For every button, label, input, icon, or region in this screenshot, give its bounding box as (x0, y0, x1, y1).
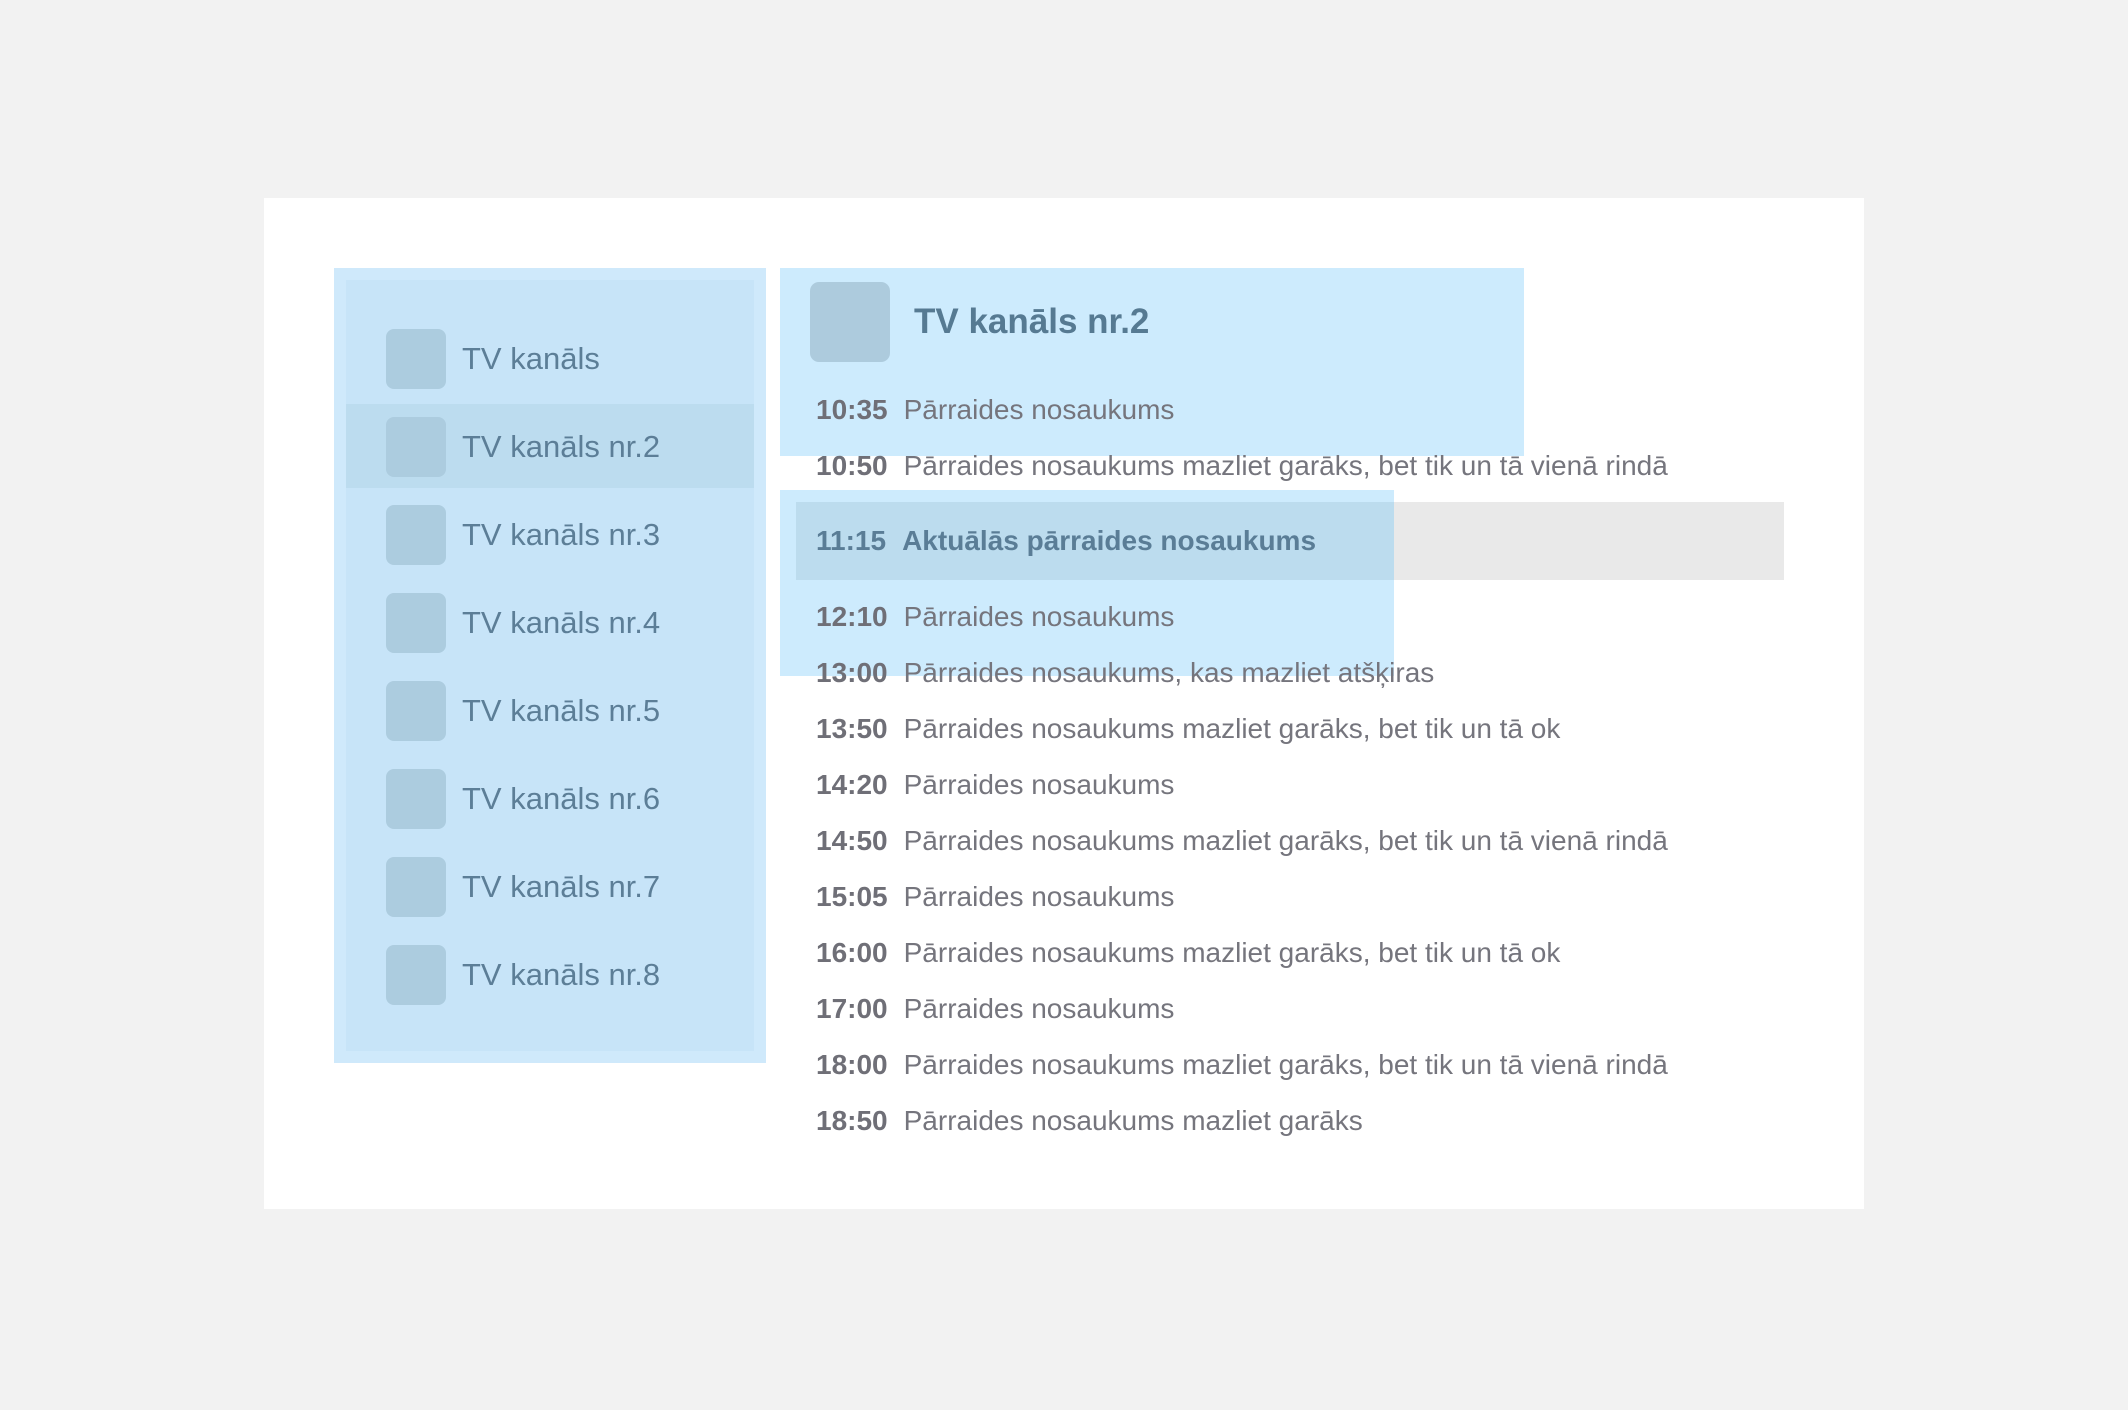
channel-logo-icon (810, 282, 890, 362)
program-time: 18:50 (816, 1105, 888, 1136)
channel-logo-icon (386, 593, 446, 653)
channel-logo-icon (386, 417, 446, 477)
program-title: Pārraides nosaukums (903, 769, 1175, 800)
channel-logo-icon (386, 857, 446, 917)
program-title: Pārraides nosaukums, kas mazliet atšķira… (903, 657, 1435, 688)
program-title: Pārraides nosaukums mazliet garāks, bet … (903, 937, 1561, 968)
channel-item-8[interactable]: TV kanāls nr.8 (346, 932, 754, 1016)
channel-label: TV kanāls nr.5 (462, 693, 661, 728)
program-time: 10:35 (816, 394, 888, 425)
program-title: Pārraides nosaukums mazliet garāks, bet … (903, 1049, 1668, 1080)
channel-sidebar: TV kanāls TV kanāls nr.2 TV kanāls nr.3 … (334, 268, 766, 1063)
program-time: 10:50 (816, 450, 888, 481)
channel-label: TV kanāls nr.6 (462, 781, 661, 816)
schedule-row[interactable]: 18:50 Pārraides nosaukums mazliet garāks (816, 1093, 1363, 1149)
program-title: Pārraides nosaukums (903, 881, 1175, 912)
schedule-row[interactable]: 15:05 Pārraides nosaukums (816, 869, 1174, 925)
channel-label: TV kanāls nr.4 (462, 605, 661, 640)
schedule-row[interactable]: 10:35 Pārraides nosaukums (816, 382, 1174, 438)
channel-title: TV kanāls nr.2 (914, 302, 1150, 341)
schedule-row[interactable]: 10:50 Pārraides nosaukums mazliet garāks,… (816, 438, 1668, 494)
channel-item-5[interactable]: TV kanāls nr.5 (346, 668, 754, 752)
schedule-row[interactable]: 13:00 Pārraides nosaukums, kas mazliet at… (816, 645, 1434, 701)
schedule-row[interactable]: 12:10 Pārraides nosaukums (816, 589, 1174, 645)
program-time: 11:15 (816, 525, 887, 556)
program-title: Pārraides nosaukums mazliet garāks, bet … (903, 713, 1561, 744)
schedule-row[interactable]: 14:20 Pārraides nosaukums (816, 757, 1174, 813)
program-title: Pārraides nosaukums mazliet garāks, bet … (903, 825, 1668, 856)
channel-label: TV kanāls nr.8 (462, 957, 661, 992)
program-time: 14:20 (816, 769, 888, 800)
channel-logo-icon (386, 681, 446, 741)
schedule-row[interactable]: 18:00 Pārraides nosaukums mazliet garāks,… (816, 1037, 1668, 1093)
program-time: 18:00 (816, 1049, 888, 1080)
channel-logo-icon (386, 945, 446, 1005)
schedule-row[interactable]: 16:00 Pārraides nosaukums mazliet garāks,… (816, 925, 1560, 981)
channel-item-2[interactable]: TV kanāls nr.2 (346, 404, 754, 488)
channel-label: TV kanāls nr.7 (462, 869, 661, 904)
schedule-row[interactable]: 13:50 Pārraides nosaukums mazliet garāks,… (816, 701, 1560, 757)
program-title: Pārraides nosaukums mazliet garāks (903, 1105, 1363, 1136)
program-time: 12:10 (816, 601, 888, 632)
channel-item-3[interactable]: TV kanāls nr.3 (346, 492, 754, 576)
channel-logo-icon (386, 769, 446, 829)
channel-list: TV kanāls TV kanāls nr.2 TV kanāls nr.3 … (346, 280, 754, 1051)
schedule-row-current[interactable]: 11:15 Aktuālās pārraides nosaukums (816, 513, 1316, 569)
schedule-row[interactable]: 14:50 Pārraides nosaukums mazliet garāks,… (816, 813, 1668, 869)
tv-guide-card: TV kanāls TV kanāls nr.2 TV kanāls nr.3 … (264, 198, 1864, 1209)
channel-item-4[interactable]: TV kanāls nr.4 (346, 580, 754, 664)
program-title: Aktuālās pārraides nosaukums (902, 525, 1317, 556)
program-time: 16:00 (816, 937, 888, 968)
channel-logo-icon (386, 329, 446, 389)
program-time: 13:50 (816, 713, 888, 744)
program-time: 17:00 (816, 993, 888, 1024)
schedule-row[interactable]: 17:00 Pārraides nosaukums (816, 981, 1174, 1037)
channel-logo-icon (386, 505, 446, 565)
program-time: 15:05 (816, 881, 888, 912)
channel-label: TV kanāls nr.2 (462, 429, 661, 464)
program-title: Pārraides nosaukums (903, 394, 1175, 425)
channel-item-7[interactable]: TV kanāls nr.7 (346, 844, 754, 928)
program-title: Pārraides nosaukums (903, 601, 1175, 632)
channel-item-6[interactable]: TV kanāls nr.6 (346, 756, 754, 840)
program-title: Pārraides nosaukums mazliet garāks, bet … (903, 450, 1668, 481)
channel-item-1[interactable]: TV kanāls (346, 316, 754, 400)
program-time: 14:50 (816, 825, 888, 856)
channel-label: TV kanāls nr.3 (462, 517, 661, 552)
program-time: 13:00 (816, 657, 888, 688)
program-title: Pārraides nosaukums (903, 993, 1175, 1024)
channel-label: TV kanāls (462, 341, 600, 376)
